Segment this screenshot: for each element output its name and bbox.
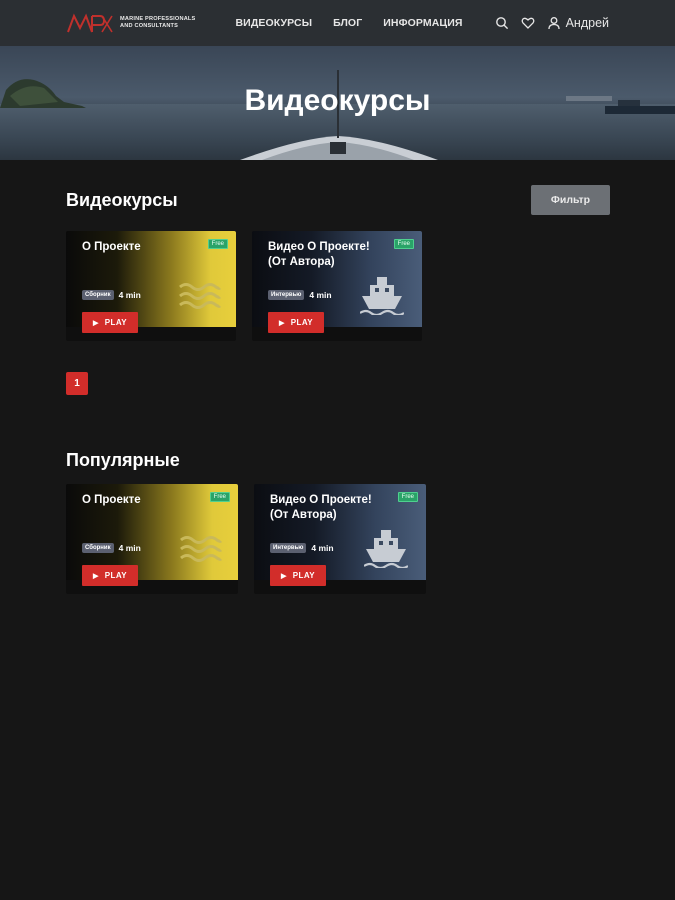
popular-course-card[interactable]: О Проекте Free Сборник 4 min ▶ PLAY — [66, 484, 238, 594]
play-icon: ▶ — [93, 572, 99, 580]
heart-icon[interactable] — [521, 16, 535, 30]
popular-section-title: Популярные — [66, 450, 180, 470]
hero-title: Видеокурсы — [244, 84, 431, 117]
free-badge: Free — [207, 239, 228, 249]
play-button-label: PLAY — [104, 318, 127, 327]
videocourses-section-title: Видеокурсы — [66, 190, 178, 210]
nav-videocourses[interactable]: ВИДЕОКУРСЫ — [235, 17, 312, 29]
waves-icon — [180, 536, 223, 562]
logo-text-line1: Marine Professionals — [120, 16, 196, 22]
course-card[interactable]: Видео О Проекте! (От Автора) Free Интерв… — [252, 231, 422, 341]
play-button-label: PLAY — [104, 571, 127, 580]
popular-course-card[interactable]: Видео О Проекте! (От Автора) Free Интерв… — [254, 484, 426, 594]
pagination-page-1[interactable]: 1 — [66, 372, 88, 395]
category-tag: Интервью — [268, 290, 305, 300]
course-card-title[interactable]: О Проекте — [82, 240, 202, 255]
ship-icon — [364, 530, 408, 568]
ship-icon — [360, 277, 404, 315]
course-card-title[interactable]: О Проекте — [82, 493, 202, 508]
duration-label: 4 min — [311, 543, 334, 553]
free-badge: Free — [393, 239, 414, 249]
waves-icon — [179, 283, 222, 309]
play-button[interactable]: ▶ PLAY — [82, 312, 138, 333]
play-button[interactable]: ▶ PLAY — [82, 565, 138, 586]
nav-information[interactable]: ИНФОРМАЦИЯ — [383, 17, 462, 29]
play-icon: ▶ — [281, 572, 287, 580]
play-button-label: PLAY — [292, 571, 315, 580]
nav-blog[interactable]: БЛОГ — [333, 17, 362, 29]
main-menu: ВИДЕОКУРСЫ БЛОГ ИНФОРМАЦИЯ — [235, 17, 462, 29]
free-badge: Free — [209, 492, 230, 502]
duration-label: 4 min — [118, 543, 141, 553]
search-icon[interactable] — [495, 16, 509, 30]
course-card-title[interactable]: Видео О Проекте! (От Автора) — [268, 240, 388, 270]
user-icon — [547, 17, 560, 30]
category-tag: Интервью — [270, 543, 307, 553]
category-tag: Сборник — [82, 543, 114, 553]
hero-banner: Видеокурсы — [0, 46, 675, 160]
mpc-logo-icon — [67, 13, 113, 33]
category-tag: Сборник — [82, 290, 114, 300]
header-tools: Андрей — [495, 16, 609, 30]
duration-label: 4 min — [309, 290, 332, 300]
play-icon: ▶ — [279, 319, 285, 327]
logo-text-line2: and Consultants — [120, 23, 179, 29]
play-button[interactable]: ▶ PLAY — [270, 565, 326, 586]
play-button-label: PLAY — [290, 318, 313, 327]
top-navigation-bar: Marine Professionals and Consultants ВИД… — [0, 0, 675, 46]
user-name: Андрей — [565, 16, 609, 30]
duration-label: 4 min — [118, 290, 141, 300]
filter-button[interactable]: Фильтр — [531, 185, 610, 215]
play-icon: ▶ — [93, 319, 99, 327]
course-card-title[interactable]: Видео О Проекте! (От Автора) — [270, 493, 390, 523]
free-badge: Free — [397, 492, 418, 502]
site-logo[interactable]: Marine Professionals and Consultants — [66, 12, 195, 34]
course-card[interactable]: О Проекте Free Сборник 4 min ▶ PLAY — [66, 231, 236, 341]
play-button[interactable]: ▶ PLAY — [268, 312, 324, 333]
user-menu[interactable]: Андрей — [547, 16, 609, 30]
